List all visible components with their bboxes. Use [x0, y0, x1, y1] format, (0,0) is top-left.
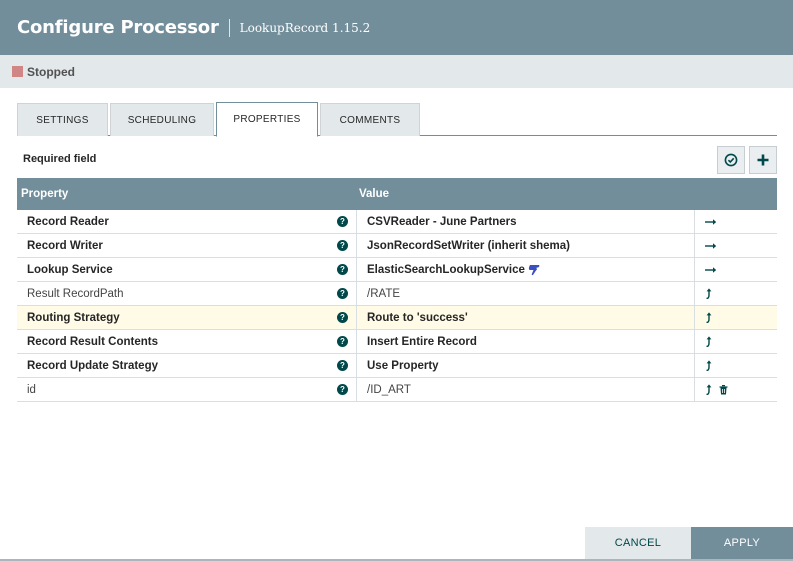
- title-separator: [228, 18, 230, 37]
- tab-bar: SETTINGS SCHEDULING PROPERTIES COMMENTS: [17, 102, 777, 137]
- property-name: Record Update Strategy: [27, 359, 159, 372]
- property-value-cell[interactable]: Use Property: [356, 354, 694, 377]
- add-property-button[interactable]: [749, 146, 777, 174]
- property-name-cell: Routing Strategy ?: [17, 306, 356, 329]
- arrow-right-icon[interactable]: [705, 242, 717, 250]
- help-icon[interactable]: ?: [337, 288, 348, 299]
- property-name-cell: Lookup Service ?: [17, 258, 356, 281]
- property-name: Routing Strategy: [27, 311, 120, 324]
- table-row[interactable]: Result RecordPath ? /RATE: [17, 282, 777, 306]
- action-cell: [694, 282, 777, 305]
- tab-properties[interactable]: PROPERTIES: [216, 102, 318, 137]
- dialog-header: Configure Processor LookupRecord 1.15.2: [0, 0, 793, 55]
- status-bar: Stopped: [0, 55, 793, 88]
- help-icon[interactable]: ?: [337, 312, 348, 323]
- action-cell: [694, 210, 777, 233]
- property-value: Use Property: [367, 359, 439, 372]
- property-value: ElasticSearchLookupService: [367, 263, 525, 276]
- property-name: Lookup Service: [27, 263, 113, 276]
- property-name-cell: Record Reader ?: [17, 210, 356, 233]
- property-value-cell[interactable]: CSVReader - June Partners: [356, 210, 694, 233]
- properties-table: Property Value Record Reader ? CSVReader…: [17, 178, 777, 402]
- expression-language-icon[interactable]: [705, 336, 713, 347]
- property-name: id: [27, 383, 36, 396]
- help-icon[interactable]: ?: [337, 264, 348, 275]
- status-text: Stopped: [27, 64, 75, 79]
- help-icon[interactable]: ?: [337, 216, 348, 227]
- property-value: /ID_ART: [367, 383, 411, 396]
- table-row[interactable]: Routing Strategy ? Route to 'success': [17, 306, 777, 330]
- plus-icon: [757, 154, 769, 166]
- table-row[interactable]: Record Update Strategy ? Use Property: [17, 354, 777, 378]
- expression-language-icon[interactable]: [705, 288, 713, 299]
- table-row[interactable]: Record Result Contents ? Insert Entire R…: [17, 330, 777, 354]
- property-value: JsonRecordSetWriter (inherit shema): [367, 239, 571, 252]
- property-name: Result RecordPath: [27, 287, 124, 300]
- property-value: Insert Entire Record: [367, 335, 477, 348]
- action-cell: [694, 258, 777, 281]
- property-name: Record Result Contents: [27, 335, 158, 348]
- action-cell: [694, 354, 777, 377]
- table-header: Property Value: [17, 178, 777, 210]
- property-value: /RATE: [367, 287, 401, 300]
- arrow-right-icon[interactable]: [705, 266, 717, 274]
- tab-settings[interactable]: SETTINGS: [17, 103, 108, 136]
- property-name-cell: id ?: [17, 378, 356, 401]
- help-icon[interactable]: ?: [337, 384, 348, 395]
- expression-language-icon[interactable]: [705, 360, 713, 371]
- table-row[interactable]: Record Writer ? JsonRecordSetWriter (inh…: [17, 234, 777, 258]
- property-name-cell: Record Update Strategy ?: [17, 354, 356, 377]
- cancel-button[interactable]: CANCEL: [585, 527, 691, 559]
- property-value-cell[interactable]: /RATE: [356, 282, 694, 305]
- help-icon[interactable]: ?: [337, 360, 348, 371]
- column-header-property: Property: [21, 188, 69, 200]
- help-icon[interactable]: ?: [337, 240, 348, 251]
- property-value: CSVReader - June Partners: [367, 215, 517, 228]
- property-name-cell: Result RecordPath ?: [17, 282, 356, 305]
- property-name-cell: Record Result Contents ?: [17, 330, 356, 353]
- verify-icon: [724, 153, 738, 167]
- property-value-cell[interactable]: ElasticSearchLookupService: [356, 258, 694, 281]
- property-name: Record Reader: [27, 215, 109, 228]
- column-header-value: Value: [359, 188, 390, 200]
- table-row[interactable]: id ? /ID_ART: [17, 378, 777, 402]
- arrow-right-icon[interactable]: [705, 218, 717, 226]
- property-value-cell[interactable]: JsonRecordSetWriter (inherit shema): [356, 234, 694, 257]
- action-cell: [694, 306, 777, 329]
- expression-language-icon[interactable]: [705, 384, 713, 395]
- property-value-cell[interactable]: Insert Entire Record: [356, 330, 694, 353]
- hand-cursor-icon: [527, 264, 541, 276]
- property-name-cell: Record Writer ?: [17, 234, 356, 257]
- property-name: Record Writer: [27, 239, 103, 252]
- tab-comments[interactable]: COMMENTS: [320, 103, 420, 136]
- help-icon[interactable]: ?: [337, 336, 348, 347]
- property-value-cell[interactable]: /ID_ART: [356, 378, 694, 401]
- apply-button[interactable]: APPLY: [691, 527, 793, 559]
- expression-language-icon[interactable]: [705, 312, 713, 323]
- dialog-title: Configure Processor: [17, 17, 219, 38]
- action-cell: [694, 234, 777, 257]
- property-value-cell[interactable]: Route to 'success': [356, 306, 694, 329]
- action-cell: [694, 330, 777, 353]
- tab-scheduling[interactable]: SCHEDULING: [110, 103, 214, 136]
- table-row[interactable]: Lookup Service ? ElasticSearchLookupServ…: [17, 258, 777, 282]
- processor-type-label: LookupRecord 1.15.2: [239, 20, 371, 35]
- action-cell: [694, 378, 777, 401]
- stopped-icon: [12, 66, 23, 77]
- table-row[interactable]: Record Reader ? CSVReader - June Partner…: [17, 210, 777, 234]
- trash-icon[interactable]: [719, 384, 728, 395]
- property-value: Route to 'success': [367, 311, 468, 324]
- required-field-label: Required field: [23, 153, 97, 165]
- verify-properties-button[interactable]: [717, 146, 745, 174]
